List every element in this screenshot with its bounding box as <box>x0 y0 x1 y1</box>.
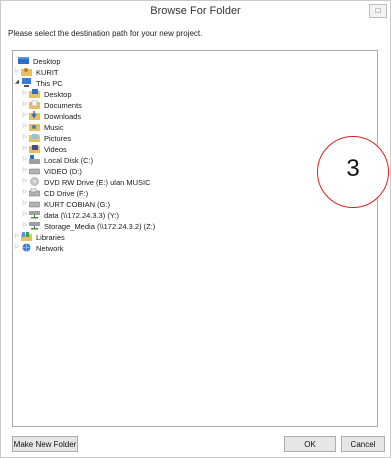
tree-item-label: DVD RW Drive (E:) ulan MUSIC <box>44 177 151 187</box>
tree-item-pictures[interactable]: ▷ Pictures <box>22 132 73 143</box>
tree-item-kurt-cobian-g[interactable]: ▷ KURT COBIAN (G:) <box>22 198 112 209</box>
tree-item-label: Storage_Media (\\172.24.3.2) (Z:) <box>44 221 156 231</box>
tree-item-label: Local Disk (C:) <box>44 155 94 165</box>
drive-icon <box>29 166 40 175</box>
tree-item-local-disk-c[interactable]: ▷ Local Disk (C:) <box>22 154 95 165</box>
network-drive-icon <box>29 210 40 219</box>
expand-arrow-icon[interactable]: ▷ <box>22 198 28 209</box>
ok-button[interactable]: OK <box>284 436 336 452</box>
tree-item-data-y[interactable]: ▷ data (\\172.24.3.3) (Y:) <box>22 209 121 220</box>
tree-item-label: KURIT <box>36 67 59 77</box>
network-drive-icon <box>29 221 40 230</box>
tree-item-label: Desktop <box>33 56 61 66</box>
collapse-arrow-icon[interactable]: ◢ <box>14 77 20 88</box>
tree-item-video-d[interactable]: ▷ VIDEO (D:) <box>22 165 84 176</box>
tree-item-desktop[interactable]: ▷ Desktop <box>22 88 74 99</box>
tree-item-label: Network <box>36 243 64 253</box>
pictures-folder-icon <box>29 133 40 142</box>
drive-icon <box>29 199 40 208</box>
make-new-folder-button[interactable]: Make New Folder <box>12 436 78 452</box>
expand-arrow-icon[interactable]: ▷ <box>22 187 28 198</box>
tree-item-this-pc[interactable]: ◢ This PC <box>14 77 65 88</box>
tree-item-label: Documents <box>44 100 82 110</box>
tree-item-storage-media-z[interactable]: ▷ Storage_Media (\\172.24.3.2) (Z:) <box>22 220 157 231</box>
cancel-button[interactable]: Cancel <box>341 436 385 452</box>
expand-arrow-icon[interactable]: ▷ <box>22 165 28 176</box>
step-number-annotation: 3 <box>317 136 389 208</box>
computer-icon <box>21 78 32 87</box>
videos-folder-icon <box>29 144 40 153</box>
downloads-folder-icon <box>29 111 40 120</box>
tree-item-label: Pictures <box>44 133 72 143</box>
instructions-text: Please select the destination path for y… <box>8 29 203 38</box>
title-bar: Browse For Folder □ <box>1 1 390 21</box>
expand-arrow-icon[interactable]: ▷ <box>22 176 28 187</box>
expand-arrow-icon[interactable]: ▷ <box>14 242 20 253</box>
music-folder-icon <box>29 122 40 131</box>
cd-drive-icon <box>29 188 40 197</box>
maximize-button[interactable]: □ <box>369 4 387 18</box>
desktop-folder-icon <box>29 89 40 98</box>
desktop-icon <box>18 56 29 65</box>
tree-item-label: CD Drive (F:) <box>44 188 89 198</box>
tree-item-music[interactable]: ▷ Music <box>22 121 66 132</box>
network-icon <box>21 243 32 252</box>
tree-item-network[interactable]: ▷ Network <box>14 242 66 253</box>
tree-item-cd-drive-f[interactable]: ▷ CD Drive (F:) <box>22 187 90 198</box>
dialog-title: Browse For Folder <box>150 5 241 17</box>
tree-item-label: Music <box>44 122 64 132</box>
expand-arrow-icon[interactable]: ▷ <box>22 121 28 132</box>
step-number: 3 <box>346 155 360 182</box>
expand-arrow-icon[interactable]: ▷ <box>14 231 20 242</box>
expand-arrow-icon[interactable]: ▷ <box>22 110 28 121</box>
expand-arrow-icon[interactable]: ▷ <box>22 209 28 220</box>
expand-arrow-icon[interactable]: ▷ <box>22 220 28 231</box>
folder-tree[interactable]: Desktop ▷ KURIT ◢ This PC ▷ Desktop ▷ Do… <box>12 50 378 427</box>
tree-item-label: Downloads <box>44 111 82 121</box>
tree-item-documents[interactable]: ▷ Documents <box>22 99 84 110</box>
expand-arrow-icon[interactable]: ▷ <box>22 99 28 110</box>
libraries-icon <box>21 232 32 241</box>
local-disk-icon <box>29 155 40 164</box>
tree-item-desktop-root[interactable]: Desktop <box>16 55 63 66</box>
expand-arrow-icon[interactable]: ▷ <box>22 88 28 99</box>
expand-arrow-icon[interactable]: ▷ <box>22 154 28 165</box>
expand-arrow-icon[interactable]: ▷ <box>14 66 20 77</box>
expand-arrow-icon[interactable]: ▷ <box>22 143 28 154</box>
tree-item-label: Videos <box>44 144 67 154</box>
tree-item-label: KURT COBIAN (G:) <box>44 199 110 209</box>
tree-item-libraries[interactable]: ▷ Libraries <box>14 231 67 242</box>
documents-folder-icon <box>29 100 40 109</box>
tree-item-label: data (\\172.24.3.3) (Y:) <box>44 210 120 220</box>
tree-item-label: Libraries <box>36 232 65 242</box>
user-folder-icon <box>21 67 32 76</box>
dvd-drive-icon <box>29 177 40 186</box>
tree-item-label: This PC <box>36 78 63 88</box>
browse-for-folder-dialog: Browse For Folder □ Please select the de… <box>0 0 391 458</box>
tree-item-label: Desktop <box>44 89 72 99</box>
tree-item-dvd-rw-drive-e[interactable]: ▷ DVD RW Drive (E:) ulan MUSIC <box>22 176 153 187</box>
tree-item-label: VIDEO (D:) <box>44 166 82 176</box>
expand-arrow-icon[interactable]: ▷ <box>22 132 28 143</box>
tree-item-kurit[interactable]: ▷ KURIT <box>14 66 61 77</box>
tree-item-videos[interactable]: ▷ Videos <box>22 143 69 154</box>
tree-item-downloads[interactable]: ▷ Downloads <box>22 110 83 121</box>
